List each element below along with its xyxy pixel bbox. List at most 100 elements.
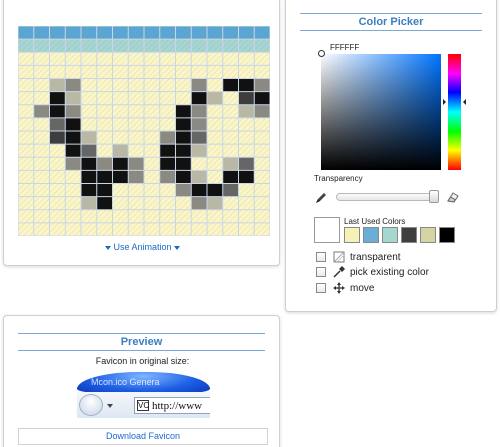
use-animation-link[interactable]: Use Animation [4,242,281,252]
history-dropdown-icon [107,404,113,408]
painted-pixel[interactable] [96,183,113,197]
painted-pixel[interactable] [65,117,81,131]
painted-pixel[interactable] [191,131,207,145]
painted-pixel[interactable] [49,117,66,131]
painted-pixel[interactable] [191,183,207,197]
painted-pixel[interactable] [159,157,176,171]
pen-icon [314,191,328,208]
transparent-checkbox[interactable] [316,252,326,262]
painted-pixel[interactable] [128,170,144,184]
painted-pixel[interactable] [81,131,97,145]
painted-pixel[interactable] [254,104,270,118]
painted-pixel[interactable] [128,157,144,171]
painted-pixel[interactable] [33,104,50,118]
hue-slider[interactable] [448,54,461,170]
last-used-colors-label: Last Used Colors [344,217,406,226]
painted-pixel[interactable] [81,183,97,197]
painted-pixel[interactable] [191,104,207,118]
eyedropper-icon [332,265,346,279]
painted-pixel[interactable] [49,104,66,118]
painted-pixel[interactable] [159,144,176,158]
painted-pixel[interactable] [96,157,113,171]
transparent-option[interactable]: transparent [316,250,401,264]
download-favicon-button[interactable]: Download Favicon [18,428,268,445]
painted-pixel[interactable] [49,78,66,92]
painted-pixel[interactable] [65,144,81,158]
painted-pixel[interactable] [238,104,255,118]
painted-pixel[interactable] [191,144,207,158]
painted-pixel[interactable] [175,144,192,158]
painted-pixel[interactable] [254,78,270,92]
painted-pixel[interactable] [222,170,239,184]
painted-pixel[interactable] [191,170,207,184]
painted-pixel[interactable] [238,78,255,92]
dropdown-arrow-icon [173,245,180,250]
move-option[interactable]: move [316,281,374,295]
painted-pixel[interactable] [159,131,176,145]
hue-arrow-right-icon[interactable] [463,99,466,105]
painted-pixel[interactable] [238,91,255,105]
painted-pixel[interactable] [112,170,129,184]
browser-preview: Mcon.ico Genera VC http://www [77,372,210,418]
painted-pixel[interactable] [96,196,113,210]
painted-pixel[interactable] [112,157,129,171]
painted-pixel[interactable] [222,157,239,171]
painted-pixel[interactable] [222,183,239,197]
saturation-value-box[interactable] [321,54,441,170]
painted-pixel[interactable] [175,104,192,118]
hue-arrow-left-icon[interactable] [443,99,446,105]
painted-pixel[interactable] [81,144,97,158]
painted-pixel[interactable] [81,170,97,184]
last-used-color-swatch[interactable] [344,227,360,243]
move-label: move [350,282,375,294]
painted-pixel[interactable] [81,196,97,210]
painted-pixel[interactable] [191,91,207,105]
pick-color-checkbox[interactable] [316,267,326,277]
favicon-size-label: Favicon in original size: [95,356,190,366]
pixel-grid[interactable] [18,26,270,236]
painted-pixel[interactable] [238,170,255,184]
current-color-swatch [314,217,340,243]
painted-pixel[interactable] [65,157,81,171]
painted-pixel[interactable] [254,91,270,105]
painted-pixel[interactable] [191,196,207,210]
transparency-slider-thumb[interactable] [429,190,439,203]
painted-pixel[interactable] [222,78,239,92]
move-checkbox[interactable] [316,283,326,293]
painted-pixel[interactable] [65,91,81,105]
painted-pixel[interactable] [207,183,223,197]
preview-title: Preview [18,333,265,351]
last-used-color-swatch[interactable] [382,227,398,243]
painted-pixel[interactable] [191,78,207,92]
preview-panel: Preview Favicon in original size: Mcon.i… [3,315,280,447]
last-used-color-swatch[interactable] [363,227,379,243]
painted-pixel[interactable] [65,104,81,118]
transparent-icon [332,250,346,264]
painted-pixel[interactable] [175,117,192,131]
painted-pixel[interactable] [238,157,255,171]
painted-pixel[interactable] [175,170,192,184]
painted-pixel[interactable] [207,91,223,105]
use-animation-label: Use Animation [113,242,172,252]
painted-pixel[interactable] [175,157,192,171]
painted-pixel[interactable] [96,170,113,184]
last-used-color-swatch[interactable] [401,227,417,243]
back-button-icon [79,394,103,416]
last-used-color-swatch[interactable] [420,227,436,243]
painted-pixel[interactable] [81,157,97,171]
painted-pixel[interactable] [65,78,81,92]
painted-pixel[interactable] [112,144,129,158]
painted-pixel[interactable] [49,91,66,105]
painted-pixel[interactable] [191,117,207,131]
painted-pixel[interactable] [207,196,223,210]
painted-pixel[interactable] [175,131,192,145]
transparent-label: transparent [350,251,401,263]
last-used-color-swatch[interactable] [439,227,455,243]
pick-color-option[interactable]: pick existing color [316,265,429,279]
transparency-slider[interactable] [336,193,438,201]
painted-pixel[interactable] [49,131,66,145]
painted-pixel[interactable] [65,131,81,145]
color-marker[interactable] [318,50,325,57]
painted-pixel[interactable] [175,183,192,197]
painted-pixel[interactable] [159,170,176,184]
